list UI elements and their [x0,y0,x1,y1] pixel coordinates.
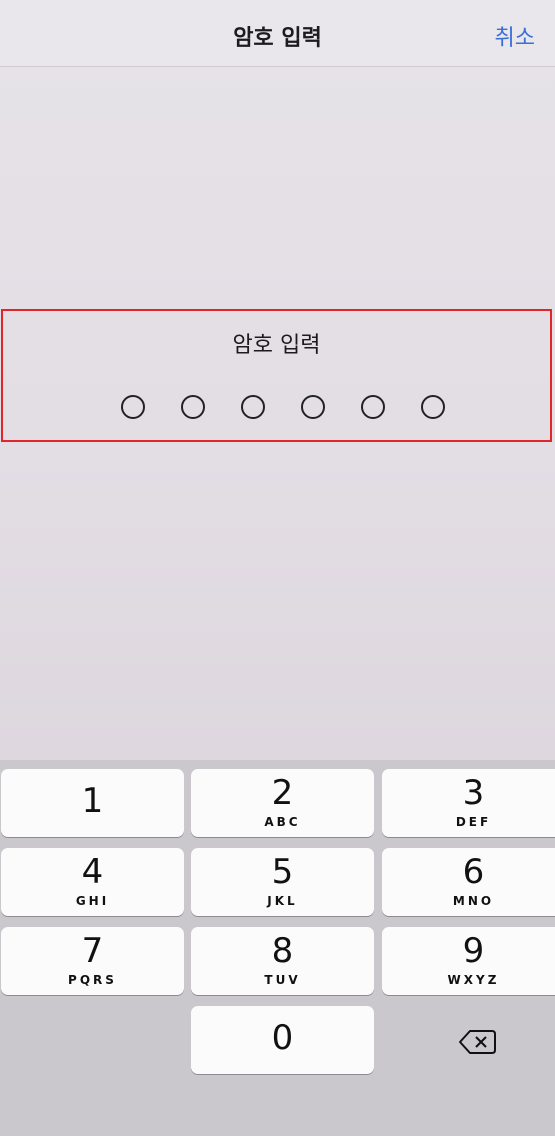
backspace-icon [459,1030,496,1054]
key-0[interactable]: 0 [191,1006,374,1074]
key-0-number: 0 [271,1018,294,1058]
cancel-button[interactable]: 취소 [495,20,535,52]
passcode-dot-1 [121,395,145,419]
key-3[interactable]: 3 DEF [382,769,555,837]
key-6-number: 6 [462,852,485,892]
passcode-dot-4 [301,395,325,419]
passcode-dots [3,395,550,423]
key-9-letters: WXYZ [447,973,500,987]
key-3-letters: DEF [455,815,492,829]
passcode-dot-3 [241,395,265,419]
passcode-dot-6 [421,395,445,419]
passcode-dot-5 [361,395,385,419]
nav-title: 암호 입력 [233,26,322,51]
key-7[interactable]: 7 PQRS [1,927,184,995]
key-6[interactable]: 6 MNO [382,848,555,916]
key-2[interactable]: 2 ABC [191,769,374,837]
key-5-letters: JKL [267,894,298,908]
delete-button[interactable] [440,1022,514,1062]
passcode-dot-2 [181,395,205,419]
key-1-number: 1 [81,781,104,821]
key-6-letters: MNO [452,894,495,908]
passcode-label: 암호 입력 [232,333,321,358]
key-4-letters: GHI [75,894,110,908]
navigation-bar: 암호 입력 취소 [0,0,555,67]
key-5[interactable]: 5 JKL [191,848,374,916]
key-5-number: 5 [271,852,294,892]
key-9-number: 9 [462,931,485,971]
key-8-letters: TUV [264,973,301,987]
key-2-letters: ABC [264,815,301,829]
key-2-number: 2 [271,773,294,813]
key-7-number: 7 [81,931,104,971]
key-4[interactable]: 4 GHI [1,848,184,916]
key-9[interactable]: 9 WXYZ [382,927,555,995]
key-3-number: 3 [462,773,485,813]
key-7-letters: PQRS [68,973,117,987]
key-1[interactable]: 1 [1,769,184,837]
key-4-number: 4 [81,852,104,892]
passcode-entry: 암호 입력 [1,309,552,442]
key-8-number: 8 [271,931,294,971]
key-8[interactable]: 8 TUV [191,927,374,995]
